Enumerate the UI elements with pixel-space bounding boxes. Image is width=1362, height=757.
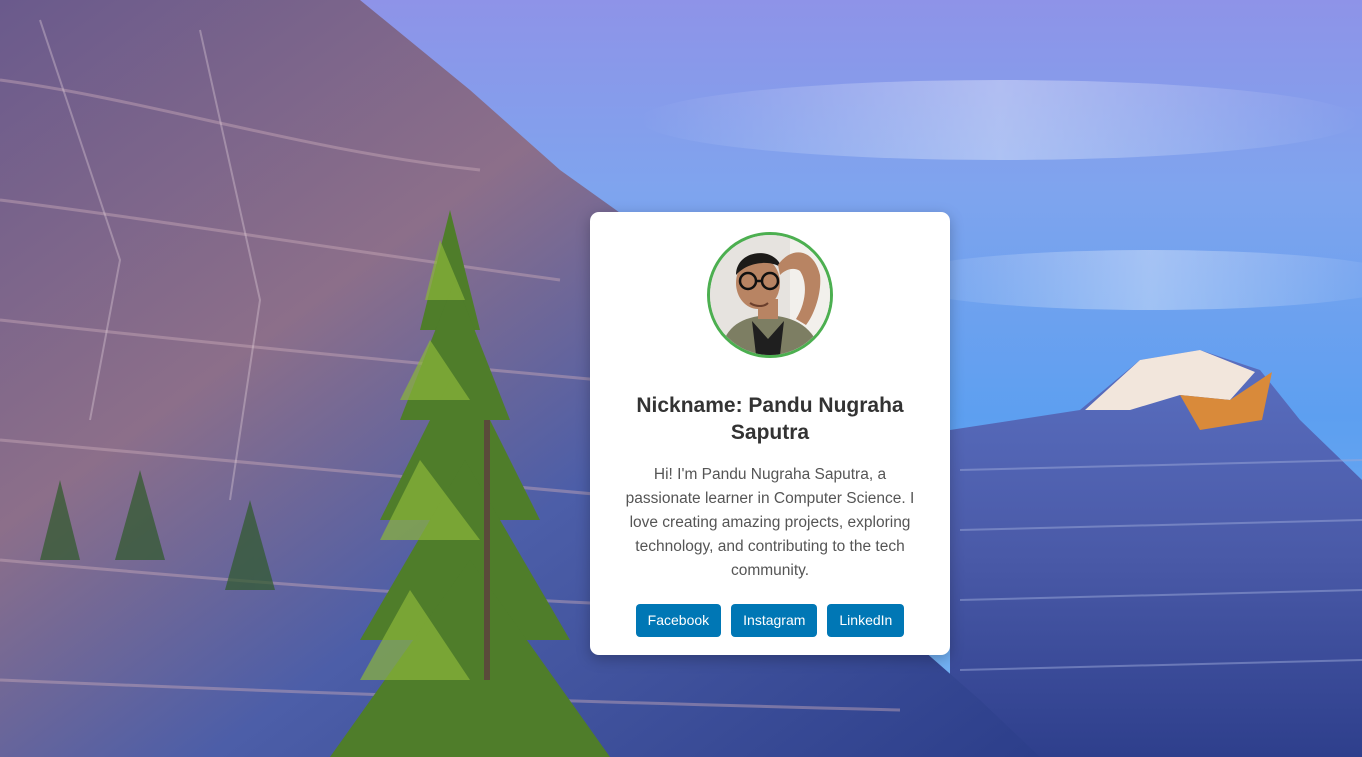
instagram-button[interactable]: Instagram [731,604,818,637]
linkedin-button[interactable]: LinkedIn [827,604,905,637]
profile-bio: Hi! I'm Pandu Nugraha Saputra, a passion… [625,466,915,579]
social-links: Facebook Instagram LinkedIn [590,604,950,637]
profile-card: Nickname: Pandu Nugraha Saputra Hi! I'm … [590,212,950,655]
avatar-photo [710,235,830,355]
profile-name: Nickname: Pandu Nugraha Saputra [636,394,904,444]
facebook-button[interactable]: Facebook [635,604,722,637]
avatar [707,232,833,358]
